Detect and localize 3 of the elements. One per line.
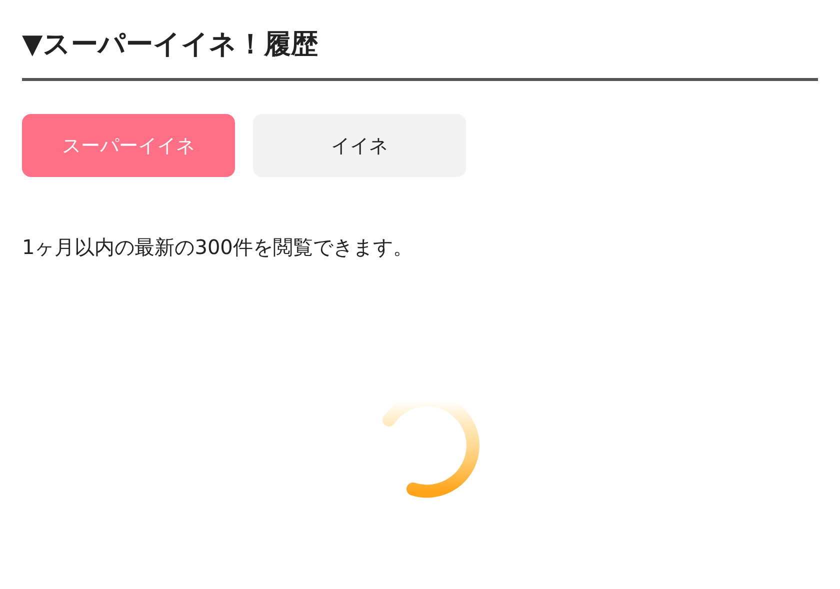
tab[interactable]: イイネ (253, 114, 466, 177)
notice-text: 1ヶ月以内の最新の300件を閲覧できます。 (22, 234, 414, 261)
page-title: ▼スーパーイイネ！履歴 (22, 28, 319, 62)
